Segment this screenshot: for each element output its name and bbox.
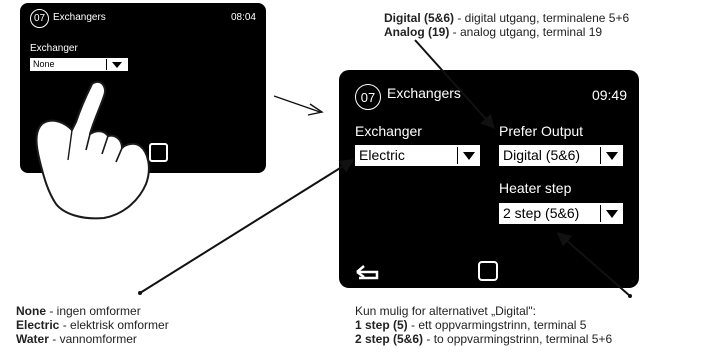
large-device-screen: 07 Exchangers 09:49 Exchanger Electric P… — [339, 70, 639, 288]
home-button-icon[interactable] — [149, 143, 168, 162]
screen-number-badge: 07 — [30, 9, 49, 28]
annotation-line: None - ingen omformer — [16, 304, 141, 318]
heater-step-select[interactable]: 2 step (5&6) — [499, 203, 623, 224]
annotation-line: 1 step (5) - ett oppvarmingstrinn, termi… — [355, 318, 587, 332]
prefer-output-label: Prefer Output — [499, 123, 584, 139]
prefer-output-select[interactable]: Digital (5&6) — [499, 145, 623, 166]
dropdown-arrow-icon — [112, 62, 122, 68]
select-divider — [457, 147, 458, 164]
exchanger-select-value: Electric — [359, 147, 405, 163]
heater-annotation: Kun mulig for alternativet „Digital": 1 … — [355, 304, 612, 346]
prefer-output-select-value: Digital (5&6) — [503, 147, 581, 163]
select-divider — [600, 205, 601, 222]
heater-step-select-value: 2 step (5&6) — [503, 205, 580, 221]
screen-title: Exchangers — [53, 12, 106, 23]
output-annotation: Digital (5&6) - digital utgang, terminal… — [384, 11, 629, 39]
small-device-screen: 07 Exchangers 08:04 Exchanger None — [20, 3, 266, 173]
annotation-line: 2 step (5&6) - to oppvarmingstrinn, term… — [355, 332, 613, 346]
clock: 08:04 — [230, 12, 256, 23]
dropdown-arrow-icon — [606, 152, 618, 160]
exchanger-select-value: None — [33, 59, 55, 69]
dropdown-arrow-icon — [606, 210, 618, 218]
exchanger-select[interactable]: None — [30, 58, 128, 71]
heater-step-label: Heater step — [499, 180, 572, 196]
select-divider — [106, 59, 107, 70]
back-icon[interactable] — [353, 260, 381, 282]
exchanger-annotation: None - ingen omformer Electric - elektri… — [16, 304, 169, 346]
clock: 09:49 — [591, 87, 627, 103]
home-button-icon[interactable] — [478, 261, 498, 281]
annotation-line: Digital (5&6) - digital utgang, terminal… — [384, 11, 630, 25]
screen-title: Exchangers — [387, 85, 461, 101]
annotation-line: Electric - elektrisk omformer — [16, 318, 169, 332]
exchanger-label: Exchanger — [30, 43, 78, 54]
exchanger-label: Exchanger — [355, 123, 422, 139]
annotation-line: Water - vannomformer — [16, 332, 137, 346]
annotation-intro: Kun mulig for alternativet „Digital": — [355, 304, 537, 318]
screen-number-badge: 07 — [355, 84, 381, 110]
exchanger-select[interactable]: Electric — [355, 145, 480, 166]
select-divider — [600, 147, 601, 164]
dropdown-arrow-icon — [463, 152, 475, 160]
annotation-line: Analog (19) - analog utgang, terminal 19 — [384, 25, 603, 39]
